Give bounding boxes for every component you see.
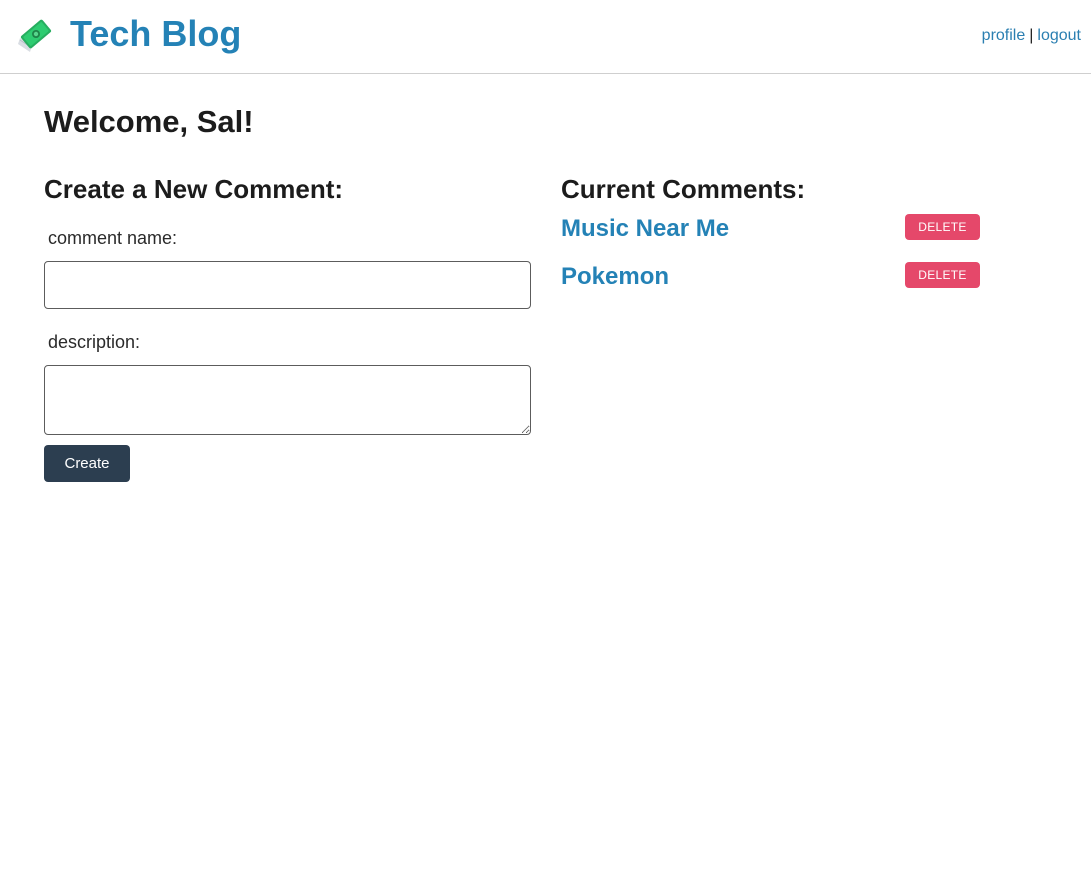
current-comments-heading: Current Comments: [561,174,806,204]
comment-link-music-near-me[interactable]: Music Near Me [561,214,729,244]
description-label: description: [48,332,141,352]
delete-button-music-near-me[interactable]: DELETE [905,214,980,240]
money-with-wings-icon [16,16,54,54]
comment-name-input[interactable] [44,261,531,309]
comment-link-pokemon[interactable]: Pokemon [561,262,669,292]
welcome-heading: Welcome, Sal! [44,104,254,139]
create-button[interactable]: Create [44,445,130,482]
site-header: Tech Blog profile | logout [0,0,1091,74]
nav-separator: | [1029,27,1034,44]
create-comment-heading: Create a New Comment: [44,174,344,204]
comment-name-label: comment name: [48,228,178,248]
delete-button-pokemon[interactable]: DELETE [905,262,980,288]
site-title-link[interactable]: Tech Blog [70,12,241,56]
profile-link[interactable]: profile [982,27,1026,44]
top-nav: profile | logout [982,26,1081,46]
logout-link[interactable]: logout [1037,27,1081,44]
description-textarea[interactable] [44,365,531,435]
